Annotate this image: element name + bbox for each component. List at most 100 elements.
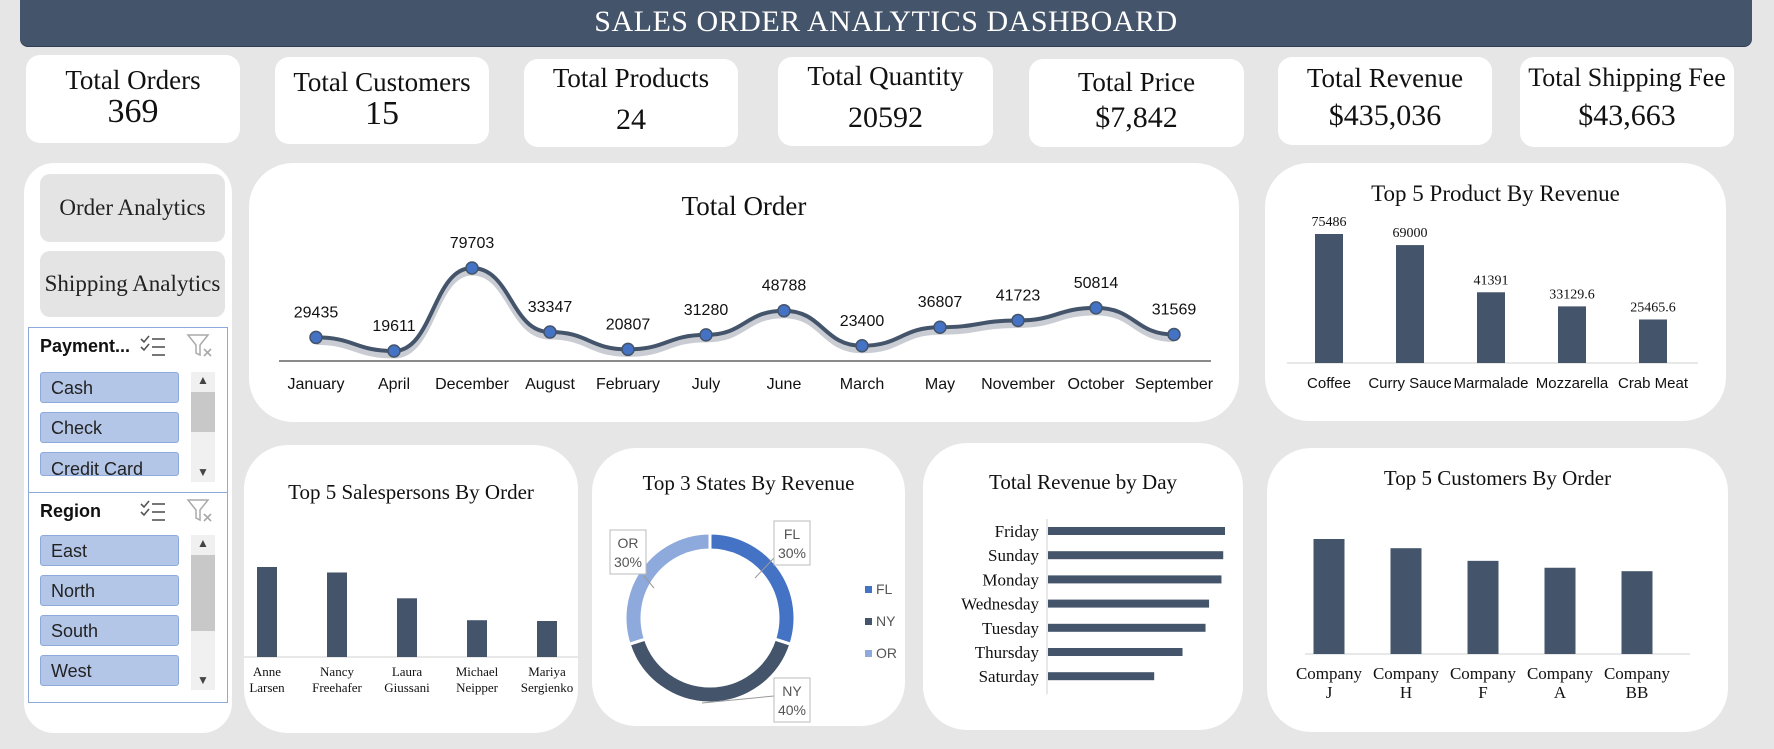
slicer-item-south[interactable]: South [40, 615, 179, 646]
top-salespersons-card: Top 5 Salespersons By Order Anne Larsen Na… [244, 445, 578, 733]
kpi-value: 20592 [848, 101, 923, 134]
data-point [1089, 301, 1103, 315]
bar [1048, 648, 1183, 656]
bar [1048, 672, 1155, 681]
x-tick-label: Neipper [456, 680, 499, 695]
clear-filter-icon[interactable] [186, 498, 214, 524]
scrollbar[interactable]: ▲ ▼ [191, 535, 215, 690]
kpi-total-shipping-fee: Total Shipping Fee $43,663 [1520, 57, 1734, 147]
data-label: FL [784, 526, 801, 542]
bar [1048, 575, 1222, 584]
top-products-card: Top 5 Product By Revenue 75486 Coffee 6900… [1265, 163, 1726, 421]
revenue-by-day-card: Total Revenue by Day Friday Sunday Monday W… [923, 443, 1243, 730]
kpi-total-price: Total Price $7,842 [1029, 59, 1244, 147]
multi-select-icon[interactable] [139, 334, 167, 358]
legend-label: OR [876, 645, 897, 661]
data-label: OR [618, 535, 639, 551]
slicer-item-cash[interactable]: Cash [40, 372, 179, 403]
bar [397, 598, 417, 657]
legend-swatch [865, 618, 872, 625]
slicer-item-east[interactable]: East [40, 535, 179, 566]
data-point [855, 339, 869, 353]
slicer-item-check[interactable]: Check [40, 412, 179, 443]
bar [1315, 234, 1343, 363]
x-tick-label: Laura [392, 664, 423, 679]
x-tick-label: Company [1527, 664, 1594, 683]
bar [537, 621, 557, 657]
data-label: 50814 [1074, 275, 1119, 292]
y-tick-label: Tuesday [982, 619, 1039, 638]
x-tick-label: Michael [456, 664, 499, 679]
x-tick-label: December [435, 376, 509, 393]
data-label: NY [782, 683, 802, 699]
data-label: 25465.6 [1630, 300, 1676, 315]
kpi-value: 15 [365, 95, 399, 132]
top-states-card: Top 3 States By Revenue FL 30% NY 40% OR 30% F… [592, 448, 905, 726]
x-tick-label: October [1068, 376, 1126, 393]
x-tick-label: Mariya [528, 664, 566, 679]
scrollbar-thumb[interactable] [191, 392, 215, 432]
y-tick-label: Sunday [988, 546, 1040, 565]
multi-select-icon[interactable] [139, 499, 167, 523]
x-tick-label: Marmalade [1453, 375, 1528, 392]
x-tick-label: Freehafer [312, 680, 362, 695]
revenue-by-day-bar-chart: Friday Sunday Monday Wednesday Tuesday Thursd… [961, 519, 1225, 695]
data-point [1167, 327, 1181, 342]
kpi-label: Total Revenue [1306, 63, 1464, 93]
chevron-down-icon[interactable]: ▼ [191, 464, 215, 480]
data-point [699, 328, 713, 342]
data-point [777, 303, 791, 318]
data-label: 40% [778, 702, 806, 718]
slicer-item-west[interactable]: West [40, 655, 179, 686]
x-tick-label: April [378, 376, 410, 393]
chevron-up-icon[interactable]: ▲ [191, 372, 215, 388]
bar [1048, 599, 1210, 608]
x-tick-label: March [840, 376, 884, 393]
data-point [543, 325, 557, 339]
clear-filter-icon[interactable] [186, 333, 214, 359]
data-label: 19611 [372, 318, 415, 335]
series-line [315, 265, 1175, 354]
chevron-up-icon[interactable]: ▲ [191, 535, 215, 551]
legend-swatch [865, 650, 872, 657]
data-label: 79703 [450, 235, 495, 252]
slicer-item-credit-card[interactable]: Credit Card [40, 452, 179, 476]
x-tick-label: Giussani [384, 680, 430, 695]
bar [1544, 567, 1576, 654]
x-tick-label: November [981, 376, 1055, 393]
data-label: 33347 [528, 299, 573, 316]
data-point [621, 342, 635, 357]
slicer-item-north[interactable]: North [40, 575, 179, 606]
slicer-header: Payment... [40, 336, 131, 356]
shipping-analytics-button[interactable]: Shipping Analytics [40, 251, 225, 317]
chevron-down-icon[interactable]: ▼ [191, 672, 215, 688]
data-label: 41723 [996, 287, 1041, 304]
payment-slicer: Payment... Cash Check Credit Card ▲ ▼ [28, 327, 228, 493]
order-analytics-button[interactable]: Order Analytics [40, 174, 225, 242]
kpi-total-revenue: Total Revenue $435,036 [1278, 57, 1492, 145]
scrollbar[interactable]: ▲ ▼ [191, 372, 215, 482]
y-tick-label: Friday [995, 522, 1040, 541]
legend-label: FL [876, 581, 893, 597]
top-states-donut-chart: FL 30% NY 40% OR 30% FL NY OR [609, 520, 897, 723]
data-label: 31569 [1152, 301, 1197, 318]
bar [1477, 292, 1505, 363]
x-tick-label: January [288, 376, 345, 393]
kpi-value: $43,663 [1578, 99, 1676, 132]
x-tick-label: February [596, 376, 660, 393]
x-tick-label: Crab Meat [1618, 375, 1689, 392]
kpi-value: $7,842 [1095, 101, 1178, 134]
data-label: 69000 [1393, 226, 1428, 241]
scrollbar-thumb[interactable] [191, 555, 215, 631]
x-tick-label: September [1135, 376, 1214, 393]
kpi-total-orders: Total Orders 369 [26, 55, 240, 143]
x-tick-label: Company [1373, 664, 1440, 683]
x-tick-label: BB [1626, 683, 1649, 702]
x-tick-label: Sergienko [521, 680, 573, 695]
bar [1639, 319, 1667, 363]
donut-slice-ny [627, 637, 793, 705]
kpi-value: 369 [107, 93, 159, 130]
dashboard-title: SALES ORDER ANALYTICS DASHBOARD [20, 0, 1752, 46]
data-label: 29435 [294, 304, 339, 321]
x-tick-label: Larsen [249, 680, 285, 695]
